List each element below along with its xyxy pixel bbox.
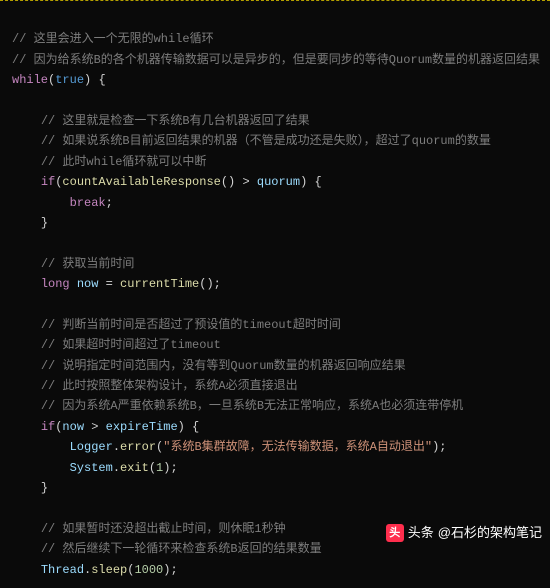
comment-line: // 然后继续下一轮循环来检查系统B返回的结果数量 xyxy=(41,542,322,556)
watermark-icon: 头 xyxy=(386,524,404,542)
space xyxy=(113,277,120,291)
comment-line: // 因为给系统B的各个机器传输数据可以是异步的，但是要同步的等待Quorum数… xyxy=(12,53,540,67)
watermark: 头 头条 @石杉的架构笔记 xyxy=(386,522,542,544)
space xyxy=(250,175,257,189)
comment-line: // 判断当前时间是否超过了预设值的timeout超时时间 xyxy=(41,318,341,332)
class-logger: Logger xyxy=(70,440,113,454)
var-now: now xyxy=(77,277,99,291)
comment-line: // 此时按照整体架构设计，系统A必须直接退出 xyxy=(41,379,298,393)
comment-line: // 说明指定时间范围内，没有等到Quorum数量的机器返回响应结果 xyxy=(41,359,406,373)
bool-true: true xyxy=(55,73,84,87)
brace: } xyxy=(41,481,48,495)
paren: () xyxy=(221,175,243,189)
dot: . xyxy=(113,440,120,454)
semicolon: ; xyxy=(106,196,113,210)
brace: { xyxy=(98,73,105,87)
code-block: // 这里会进入一个无限的while循环 // 因为给系统B的各个机器传输数据可… xyxy=(0,1,550,588)
keyword-if: if xyxy=(41,175,55,189)
comment-line: // 因为系统A严重依赖系统B，一旦系统B无法正常响应，系统A也必须连带停机 xyxy=(41,399,463,413)
class-thread: Thread xyxy=(41,563,84,577)
keyword-break: break xyxy=(70,196,106,210)
dot: . xyxy=(113,461,120,475)
string-literal: "系统B集群故障，无法传输数据，系统A自动退出" xyxy=(163,440,432,454)
comment-line: // 获取当前时间 xyxy=(41,257,135,271)
dot: . xyxy=(84,563,91,577)
paren-semi: (); xyxy=(199,277,221,291)
paren-brace: ) { xyxy=(178,420,200,434)
paren-semi: ); xyxy=(163,461,177,475)
space xyxy=(98,277,105,291)
paren-semi: ); xyxy=(432,440,446,454)
keyword-if: if xyxy=(41,420,55,434)
comment-line: // 这里会进入一个无限的while循环 xyxy=(12,32,214,46)
var-quorum: quorum xyxy=(257,175,300,189)
class-system: System xyxy=(70,461,113,475)
paren-semi: ); xyxy=(163,563,177,577)
var-expireTime: expireTime xyxy=(106,420,178,434)
space xyxy=(70,277,77,291)
watermark-label: 头条 xyxy=(408,522,434,544)
brace: } xyxy=(41,216,48,230)
space xyxy=(98,420,105,434)
comment-line: // 如果说系统B目前返回结果的机器（不管是成功还是失败），超过了quorum的… xyxy=(41,134,491,148)
comment-line: // 此时while循环就可以中断 xyxy=(41,155,207,169)
fn-exit: exit xyxy=(120,461,149,475)
var-now: now xyxy=(62,420,84,434)
op-gt: > xyxy=(242,175,249,189)
op-eq: = xyxy=(106,277,113,291)
keyword-while: while xyxy=(12,73,48,87)
paren-brace: ) { xyxy=(300,175,322,189)
fn-currentTime: currentTime xyxy=(120,277,199,291)
paren: ) xyxy=(84,73,98,87)
comment-line: // 这里就是检查一下系统B有几台机器返回了结果 xyxy=(41,114,310,128)
comment-line: // 如果超时时间超过了timeout xyxy=(41,338,221,352)
fn-countAvailableResponse: countAvailableResponse xyxy=(62,175,220,189)
paren: ( xyxy=(127,563,134,577)
num-1000: 1000 xyxy=(134,563,163,577)
paren: ( xyxy=(149,461,156,475)
fn-error: error xyxy=(120,440,156,454)
comment-line: // 如果暂时还没超出截止时间，则休眠1秒钟 xyxy=(41,522,286,536)
watermark-author: @石杉的架构笔记 xyxy=(438,522,542,544)
fn-sleep: sleep xyxy=(91,563,127,577)
type-long: long xyxy=(41,277,70,291)
